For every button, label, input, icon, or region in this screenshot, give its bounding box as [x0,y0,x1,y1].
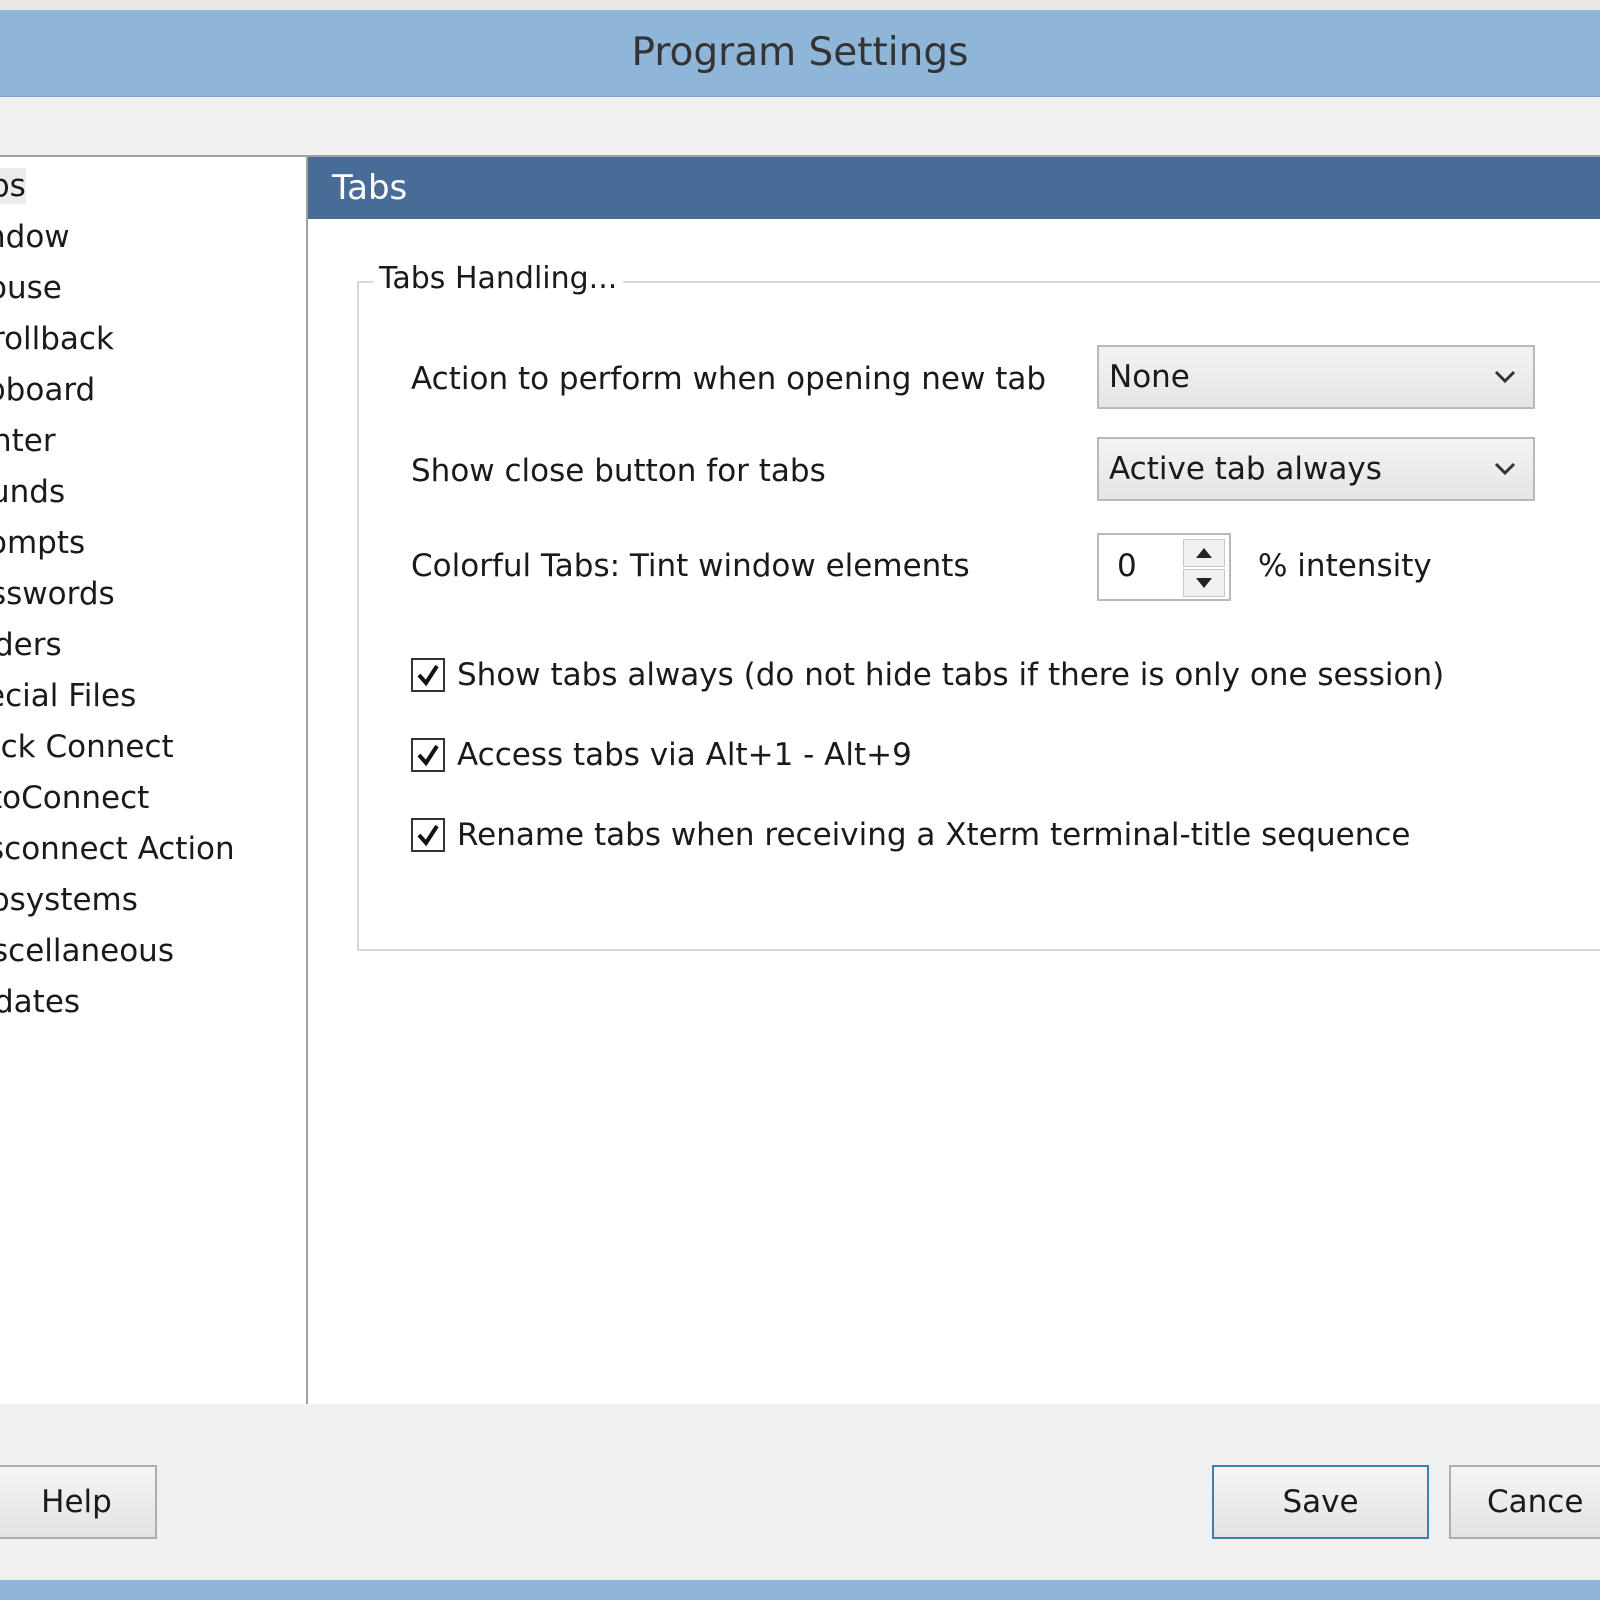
new-tab-action-select[interactable]: None [1097,345,1535,409]
title-bar[interactable]: Program Settings [0,10,1600,97]
sidebar-item-disconnect-action[interactable]: sconnect Action [0,826,247,877]
spin-down-button[interactable] [1183,569,1225,597]
chevron-down-icon [1494,370,1516,384]
sidebar-item-label: ndow [0,219,70,255]
arrow-down-icon [1196,578,1212,588]
window-title: Program Settings [631,30,969,75]
checkbox-label: Rename tabs when receiving a Xterm termi… [457,817,1411,853]
window-bottom-edge [0,1580,1600,1600]
checkmark-icon [417,664,439,687]
sidebar-item-clipboard[interactable]: pboard [0,367,247,418]
sidebar-item-label: dates [0,984,81,1020]
spinner-buttons [1183,539,1225,597]
sidebar-item-label: ouse [0,270,62,306]
sidebar-item-label: scellaneous [0,933,174,969]
category-list: bs ndow ouse rollback pboard nter unds o… [0,163,247,1030]
arrow-up-icon [1196,548,1212,558]
save-button[interactable]: Save [1212,1465,1429,1539]
sidebar-item-label: sconnect Action [0,831,235,867]
sidebar-item-printer[interactable]: nter [0,418,247,469]
sidebar-item-window[interactable]: ndow [0,214,247,265]
settings-panel: Tabs Tabs Handling... Action to perform … [308,155,1600,1404]
checkbox-box[interactable] [411,658,445,692]
sidebar-item-label: ders [0,627,62,663]
sidebar-item-autoconnect[interactable]: toConnect [0,775,247,826]
sidebar-item-label: bs [0,168,26,204]
close-button-select[interactable]: Active tab always [1097,437,1535,501]
window-top-edge [0,0,1600,10]
sidebar-item-label: bsystems [0,882,138,918]
spin-up-button[interactable] [1183,539,1225,567]
checkbox-label: Show tabs always (do not hide tabs if th… [457,657,1445,693]
sidebar-item-scrollback[interactable]: rollback [0,316,247,367]
sidebar-item-subsystems[interactable]: bsystems [0,877,247,928]
intensity-unit-label: % intensity [1258,548,1432,584]
sidebar-item-tabs[interactable]: bs [0,163,247,214]
tint-label: Colorful Tabs: Tint window elements [411,548,970,584]
sidebar-item-quick-connect[interactable]: ick Connect [0,724,247,775]
checkmark-icon [417,744,439,767]
close-button-label: Show close button for tabs [411,453,826,489]
sidebar-item-prompts[interactable]: ompts [0,520,247,571]
checkbox-box[interactable] [411,818,445,852]
chevron-down-icon [1494,462,1516,476]
tint-intensity-value: 0 [1117,548,1137,584]
sidebar-item-label: toConnect [0,780,150,816]
sidebar-item-label: ecial Files [0,678,137,714]
sidebar-item-miscellaneous[interactable]: scellaneous [0,928,247,979]
group-title: Tabs Handling... [373,257,624,301]
sidebar-item-label: ick Connect [0,729,174,765]
section-title: Tabs [308,157,1600,219]
checkbox-label: Access tabs via Alt+1 - Alt+9 [457,737,912,773]
new-tab-action-value: None [1109,359,1190,395]
checkmark-icon [417,824,439,847]
sidebar-item-label: nter [0,423,56,459]
settings-sidebar: bs ndow ouse rollback pboard nter unds o… [0,155,308,1404]
alt-number-access-checkbox[interactable]: Access tabs via Alt+1 - Alt+9 [411,737,912,773]
sidebar-item-label: unds [0,474,66,510]
sidebar-item-label: sswords [0,576,115,612]
sidebar-item-label: ompts [0,525,86,561]
sidebar-item-label: rollback [0,321,114,357]
sidebar-item-sounds[interactable]: unds [0,469,247,520]
cancel-button[interactable]: Cance [1449,1465,1600,1539]
sidebar-item-folders[interactable]: ders [0,622,247,673]
checkbox-box[interactable] [411,738,445,772]
sidebar-item-passwords[interactable]: sswords [0,571,247,622]
sidebar-item-mouse[interactable]: ouse [0,265,247,316]
sidebar-item-updates[interactable]: dates [0,979,247,1030]
new-tab-action-label: Action to perform when opening new tab [411,361,1047,397]
sidebar-item-special-files[interactable]: ecial Files [0,673,247,724]
tint-intensity-spinner[interactable]: 0 [1097,533,1231,601]
show-tabs-always-checkbox[interactable]: Show tabs always (do not hide tabs if th… [411,657,1444,693]
sidebar-item-label: pboard [0,372,96,408]
help-button[interactable]: Help [0,1465,157,1539]
rename-tabs-xterm-checkbox[interactable]: Rename tabs when receiving a Xterm termi… [411,817,1411,853]
close-button-value: Active tab always [1109,451,1382,487]
